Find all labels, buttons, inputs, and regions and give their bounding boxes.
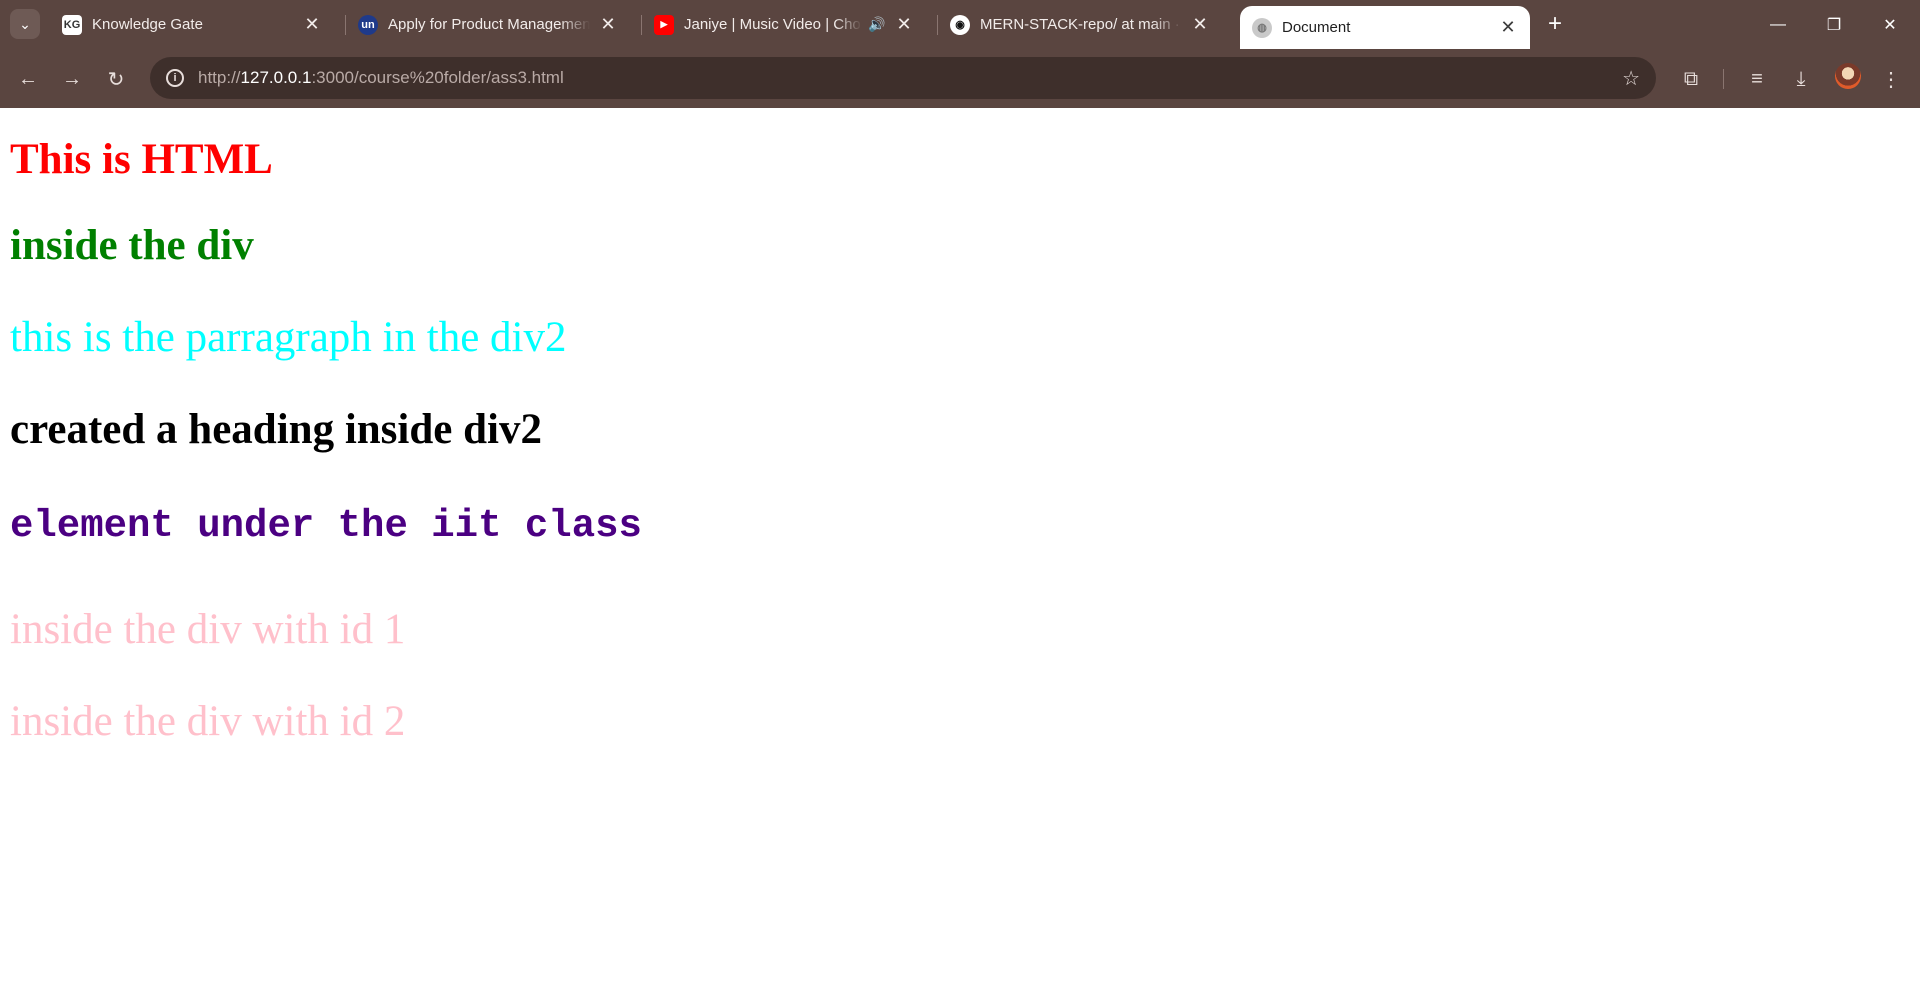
extensions-puzzle-icon[interactable]: ⧉ — [1675, 63, 1707, 95]
url-text[interactable]: http://127.0.0.1:3000/course%20folder/as… — [198, 68, 564, 88]
tab-title: Janiye | Music Video | Chor Bazaar — [684, 16, 862, 33]
tab-close-icon[interactable]: ✕ — [302, 14, 322, 35]
tab-title: Knowledge Gate — [92, 16, 203, 33]
tab-apply-product-management[interactable]: un Apply for Product Management ✕ — [346, 0, 630, 49]
profile-avatar[interactable] — [1835, 63, 1861, 89]
back-arrow-icon[interactable]: ← — [12, 63, 44, 95]
page-content: This is HTML inside the div this is the … — [0, 108, 1920, 997]
github-favicon-icon: ◉ — [950, 14, 970, 35]
restore-icon[interactable]: ❐ — [1806, 0, 1862, 49]
knowledge-gate-favicon-icon: KG — [62, 14, 82, 35]
paragraph-div-id-2: inside the div with id 2 — [10, 698, 406, 745]
tab-title: Apply for Product Management — [388, 16, 590, 33]
url-prefix: http:// — [198, 68, 241, 87]
new-tab-plus-icon[interactable]: + — [1540, 9, 1570, 39]
heading-iit-class: element under the iit class — [10, 504, 642, 548]
tab-title: Document — [1282, 19, 1351, 36]
tab-knowledge-gate[interactable]: KG Knowledge Gate ✕ — [50, 0, 334, 49]
forward-arrow-icon[interactable]: → — [56, 63, 88, 95]
bookmark-star-icon[interactable]: ☆ — [1622, 66, 1640, 91]
tab-title: MERN-STACK-repo/ at main · n — [980, 16, 1182, 33]
address-bar[interactable]: i http://127.0.0.1:3000/course%20folder/… — [150, 57, 1656, 99]
paragraph-div-id-1: inside the div with id 1 — [10, 606, 406, 653]
tab-document[interactable]: ◍ Document ✕ — [1240, 6, 1530, 49]
minimize-icon[interactable]: — — [1750, 0, 1806, 49]
globe-favicon-icon: ◍ — [1252, 17, 1272, 38]
heading-this-is-html: This is HTML — [10, 136, 273, 183]
browser-chrome: ⌄ KG Knowledge Gate ✕ un Apply for Produ… — [0, 0, 1920, 108]
tab-janiye-music-video[interactable]: ▶ Janiye | Music Video | Chor Bazaar 🔊 ✕ — [642, 0, 926, 49]
heading-inside-div2: created a heading inside div2 — [10, 406, 542, 453]
unstop-favicon-icon: un — [358, 14, 378, 35]
paragraph-div2: this is the parragraph in the div2 — [10, 314, 567, 361]
tab-close-icon[interactable]: ✕ — [1498, 17, 1518, 38]
url-host: 127.0.0.1 — [240, 68, 312, 87]
media-control-icon[interactable]: ≡ — [1741, 63, 1773, 95]
youtube-favicon-icon: ▶ — [654, 14, 674, 35]
tab-search-chevron-icon[interactable]: ⌄ — [10, 9, 40, 39]
tab-close-icon[interactable]: ✕ — [1190, 14, 1210, 35]
browser-toolbar: ← → ↻ i http://127.0.0.1:3000/course%20f… — [0, 49, 1920, 108]
heading-inside-the-div: inside the div — [10, 222, 254, 269]
site-info-icon[interactable]: i — [166, 69, 184, 87]
toolbar-divider — [1723, 69, 1724, 89]
url-path: :3000/course%20folder/ass3.html — [311, 68, 564, 87]
download-icon[interactable]: ⤓ — [1785, 63, 1817, 95]
window-close-icon[interactable]: ✕ — [1862, 0, 1918, 49]
kebab-menu-icon[interactable]: ⋮ — [1875, 63, 1907, 95]
audio-playing-icon[interactable]: 🔊 — [868, 16, 886, 33]
tab-close-icon[interactable]: ✕ — [894, 14, 914, 35]
reload-icon[interactable]: ↻ — [100, 63, 132, 95]
tab-close-icon[interactable]: ✕ — [598, 14, 618, 35]
tab-mern-stack-repo[interactable]: ◉ MERN-STACK-repo/ at main · n ✕ — [938, 0, 1222, 49]
tab-strip: ⌄ KG Knowledge Gate ✕ un Apply for Produ… — [0, 0, 1920, 49]
